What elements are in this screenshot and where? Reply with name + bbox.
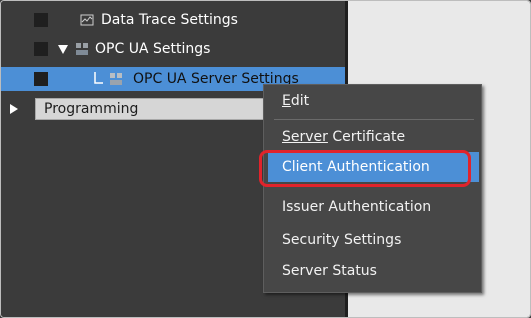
- opcua-icon: [76, 43, 88, 55]
- menu-separator: [274, 119, 474, 120]
- item-status-box: [34, 13, 48, 27]
- item-status-box: [34, 72, 48, 86]
- application-window: Data Trace Settings OPC UA Settings OPC …: [0, 0, 531, 318]
- menu-item-security-settings[interactable]: Security Settings: [282, 228, 401, 252]
- menu-item-label: dit: [290, 93, 310, 109]
- menu-item-server-certificate[interactable]: Server Certificate: [282, 125, 405, 149]
- item-status-box: [34, 42, 48, 56]
- context-menu: Edit Server Certificate Client Authentic…: [263, 84, 482, 293]
- expand-arrow-icon[interactable]: [10, 104, 18, 114]
- tree-branch-icon: [94, 72, 103, 84]
- tree-item-label: OPC UA Settings: [95, 41, 211, 57]
- menu-item-edit[interactable]: Edit: [282, 89, 309, 113]
- expand-arrow-icon[interactable]: [58, 45, 68, 54]
- opcua-server-icon: [110, 73, 122, 85]
- trace-settings-icon: [80, 14, 94, 26]
- menu-item-accelerator: E: [282, 93, 291, 109]
- menu-item-accelerator: Server: [282, 129, 328, 145]
- tree-item-opcua-settings[interactable]: OPC UA Settings: [1, 37, 345, 61]
- tree-item-label: Data Trace Settings: [101, 12, 238, 28]
- highlight-callout: [259, 150, 471, 187]
- menu-item-issuer-authentication[interactable]: Issuer Authentication: [282, 195, 431, 219]
- menu-item-label: Certificate: [327, 129, 406, 145]
- tree-item-data-trace-settings[interactable]: Data Trace Settings: [1, 8, 345, 32]
- menu-item-server-status[interactable]: Server Status: [282, 259, 377, 283]
